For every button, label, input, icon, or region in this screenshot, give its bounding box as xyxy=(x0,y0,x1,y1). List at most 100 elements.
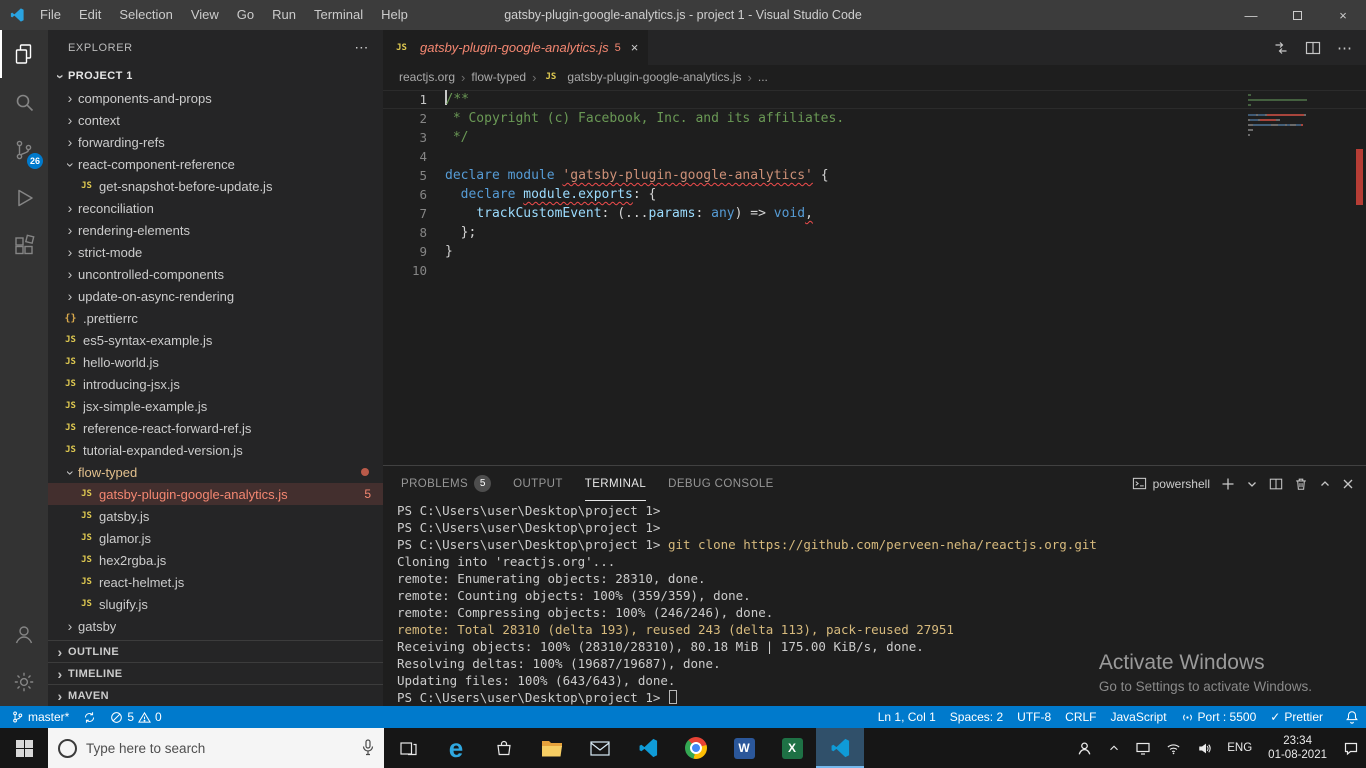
taskbar-app-vscode[interactable] xyxy=(624,728,672,768)
taskbar-app-edge[interactable]: e xyxy=(432,728,480,768)
terminal-output[interactable]: PS C:\Users\user\Desktop\project 1> PS C:… xyxy=(383,501,1366,706)
status-cursor-position[interactable]: Ln 1, Col 1 xyxy=(871,706,943,728)
code-line-6[interactable]: 6 declare module.exports: { xyxy=(383,185,1366,204)
menu-view[interactable]: View xyxy=(182,0,228,30)
code-area[interactable]: 1 /** 2 * Copyright (c) Facebook, Inc. and… xyxy=(383,90,1366,280)
tree-folder-reconciliation[interactable]: › reconciliation xyxy=(48,197,383,219)
chevron-down-icon[interactable] xyxy=(1246,478,1258,490)
taskbar-app-file-explorer[interactable] xyxy=(528,728,576,768)
explorer-icon[interactable] xyxy=(0,30,48,78)
people-icon[interactable] xyxy=(1069,728,1100,768)
status-encoding[interactable]: UTF-8 xyxy=(1010,706,1058,728)
accounts-icon[interactable] xyxy=(0,610,48,658)
extensions-icon[interactable] xyxy=(0,222,48,270)
tree-file-get-snapshot-before-update.js[interactable]: JS get-snapshot-before-update.js xyxy=(48,175,383,197)
split-editor-icon[interactable] xyxy=(1305,40,1321,56)
status-port[interactable]: Port : 5500 xyxy=(1174,706,1264,728)
tree-folder-update-on-async-rendering[interactable]: › update-on-async-rendering xyxy=(48,285,383,307)
tree-folder-strict-mode[interactable]: › strict-mode xyxy=(48,241,383,263)
minimize-button[interactable]: — xyxy=(1228,0,1274,30)
menu-help[interactable]: Help xyxy=(372,0,417,30)
code-line-5[interactable]: 5 declare module 'gatsby-plugin-google-an… xyxy=(383,166,1366,185)
tray-chevron-up-icon[interactable] xyxy=(1100,728,1128,768)
tree-file-.prettierrc[interactable]: {} .prettierrc xyxy=(48,307,383,329)
status-indentation[interactable]: Spaces: 2 xyxy=(943,706,1010,728)
tray-clock[interactable]: 23:34 01-08-2021 xyxy=(1259,728,1336,768)
tree-folder-components-and-props[interactable]: › components-and-props xyxy=(48,87,383,109)
tray-language[interactable]: ENG xyxy=(1220,728,1259,768)
taskbar-app-chrome[interactable] xyxy=(672,728,720,768)
minimap[interactable] xyxy=(1248,94,1350,144)
tree-file-react-helmet.js[interactable]: JS react-helmet.js xyxy=(48,571,383,593)
open-changes-icon[interactable] xyxy=(1273,40,1289,56)
start-button[interactable] xyxy=(0,728,48,768)
code-line-7[interactable]: 7 trackCustomEvent: (...params: any) => … xyxy=(383,204,1366,223)
status-eol[interactable]: CRLF xyxy=(1058,706,1103,728)
maximize-button[interactable] xyxy=(1274,0,1320,30)
menu-terminal[interactable]: Terminal xyxy=(305,0,372,30)
panel-tab-output[interactable]: OUTPUT xyxy=(513,466,563,501)
menu-run[interactable]: Run xyxy=(263,0,305,30)
tree-file-gatsby-plugin-google-analytics.js[interactable]: JS gatsby-plugin-google-analytics.js 5 xyxy=(48,483,383,505)
tree-file-gatsby.js[interactable]: JS gatsby.js xyxy=(48,505,383,527)
close-tab-icon[interactable]: × xyxy=(631,40,639,55)
tree-file-tutorial-expanded-version.js[interactable]: JS tutorial-expanded-version.js xyxy=(48,439,383,461)
action-center-icon[interactable] xyxy=(1336,728,1366,768)
section-maven[interactable]: › MAVEN xyxy=(48,684,383,706)
microphone-icon[interactable] xyxy=(362,739,374,757)
code-line-4[interactable]: 4 xyxy=(383,147,1366,166)
tree-folder-forwarding-refs[interactable]: › forwarding-refs xyxy=(48,131,383,153)
project-root-row[interactable]: › PROJECT 1 xyxy=(48,65,383,87)
section-timeline[interactable]: › TIMELINE xyxy=(48,662,383,684)
tree-folder-react-component-reference[interactable]: › react-component-reference xyxy=(48,153,383,175)
status-problems[interactable]: 5 0 xyxy=(103,706,168,728)
code-line-8[interactable]: 8 }; xyxy=(383,223,1366,242)
menu-go[interactable]: Go xyxy=(228,0,263,30)
close-window-button[interactable]: × xyxy=(1320,0,1366,30)
taskbar-app-vscode-active[interactable] xyxy=(816,728,864,768)
status-formatter[interactable]: ✓ Prettier xyxy=(1263,706,1330,728)
tree-file-es5-syntax-example.js[interactable]: JS es5-syntax-example.js xyxy=(48,329,383,351)
panel-tab-terminal[interactable]: TERMINAL xyxy=(585,466,646,501)
menu-selection[interactable]: Selection xyxy=(110,0,181,30)
status-branch[interactable]: master* xyxy=(4,706,76,728)
tree-folder-context[interactable]: › context xyxy=(48,109,383,131)
code-line-2[interactable]: 2 * Copyright (c) Facebook, Inc. and its… xyxy=(383,109,1366,128)
taskbar-search[interactable] xyxy=(48,728,384,768)
source-control-icon[interactable]: 26 xyxy=(0,126,48,174)
menu-edit[interactable]: Edit xyxy=(70,0,110,30)
more-actions-icon[interactable]: ⋯ xyxy=(1337,39,1352,57)
taskbar-app-word[interactable]: W xyxy=(720,728,768,768)
panel-tab-problems[interactable]: PROBLEMS 5 xyxy=(401,466,492,501)
tab-gatsby-plugin-google-analytics[interactable]: JS gatsby-plugin-google-analytics.js 5 × xyxy=(383,30,649,65)
tree-folder-flow-typed[interactable]: › flow-typed xyxy=(48,461,383,483)
section-outline[interactable]: › OUTLINE xyxy=(48,640,383,662)
breadcrumb-item[interactable]: reactjs.org xyxy=(399,70,455,84)
taskbar-app-excel[interactable]: X xyxy=(768,728,816,768)
new-terminal-icon[interactable] xyxy=(1221,477,1235,491)
split-terminal-icon[interactable] xyxy=(1269,477,1283,491)
code-line-3[interactable]: 3 */ xyxy=(383,128,1366,147)
breadcrumb-item[interactable]: flow-typed xyxy=(471,70,526,84)
breadcrumb-item[interactable]: ... xyxy=(758,70,768,84)
editor-scrollbar[interactable] xyxy=(1352,89,1366,465)
tree-folder-uncontrolled-components[interactable]: › uncontrolled-components xyxy=(48,263,383,285)
display-icon[interactable] xyxy=(1128,728,1158,768)
kill-terminal-icon[interactable] xyxy=(1294,477,1308,491)
tree-folder-gatsby[interactable]: › gatsby xyxy=(48,615,383,637)
wifi-icon[interactable] xyxy=(1158,728,1189,768)
tree-file-reference-react-forward-ref.js[interactable]: JS reference-react-forward-ref.js xyxy=(48,417,383,439)
taskbar-app-mail[interactable] xyxy=(576,728,624,768)
tree-file-hex2rgba.js[interactable]: JS hex2rgba.js xyxy=(48,549,383,571)
explorer-more-actions-icon[interactable]: ⋯ xyxy=(354,39,369,56)
status-sync[interactable] xyxy=(76,706,103,728)
close-panel-icon[interactable] xyxy=(1342,478,1354,490)
search-icon[interactable] xyxy=(0,78,48,126)
taskbar-app-task-view[interactable] xyxy=(384,728,432,768)
volume-icon[interactable] xyxy=(1189,728,1220,768)
terminal-shell-selector[interactable]: powershell xyxy=(1132,476,1210,491)
code-line-10[interactable]: 10 xyxy=(383,261,1366,280)
tree-folder-rendering-elements[interactable]: › rendering-elements xyxy=(48,219,383,241)
tree-file-glamor.js[interactable]: JS glamor.js xyxy=(48,527,383,549)
maximize-panel-icon[interactable] xyxy=(1319,478,1331,490)
